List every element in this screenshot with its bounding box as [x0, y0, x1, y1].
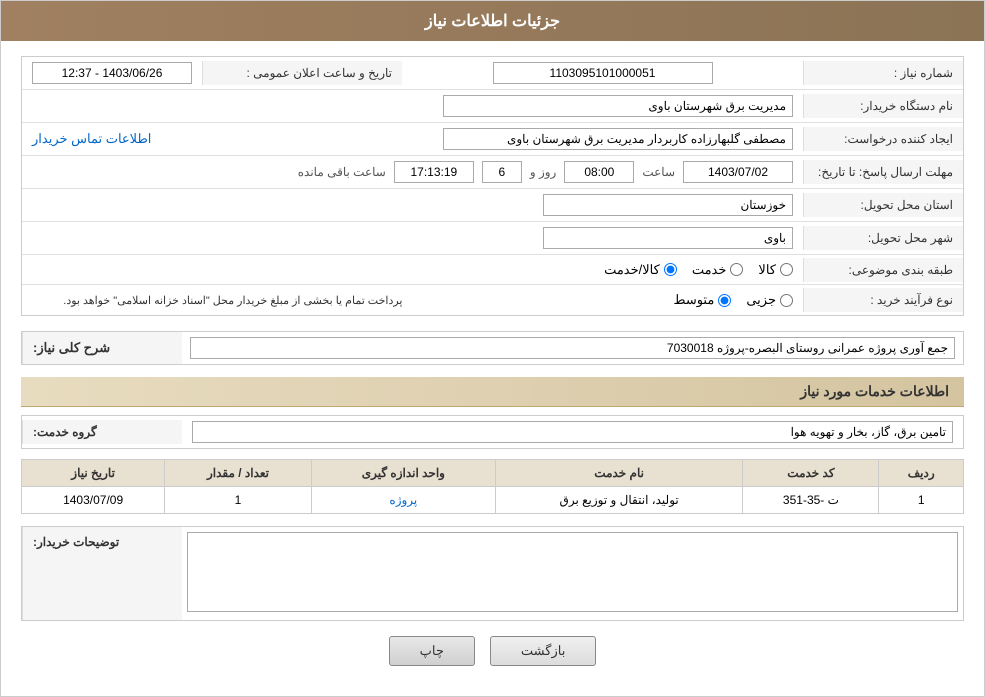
col-radif: ردیف [879, 460, 964, 487]
tozihat-content [182, 527, 963, 620]
vahed-link[interactable]: پروژه [389, 493, 417, 507]
grohe-value [182, 416, 963, 448]
sharh-content [182, 332, 963, 364]
roz-label: روز و [530, 165, 557, 179]
tarikh-elaan-value [22, 57, 202, 89]
radio-khadamat: خدمت [692, 262, 744, 278]
radio-motaset-input[interactable] [718, 294, 731, 307]
grohe-input [192, 421, 953, 443]
tozihat-section: توضیحات خریدار: [21, 526, 964, 621]
shomareNiaz-label: شماره نیاز : [803, 61, 963, 85]
table-header-row: ردیف کد خدمت نام خدمت واحد اندازه گیری ت… [22, 460, 964, 487]
farayand-label: نوع فرآیند خرید : [803, 288, 963, 312]
baghimande-input [394, 161, 474, 183]
tabaqe-label: طبقه بندی موضوعی: [803, 258, 963, 282]
page-header: جزئیات اطلاعات نیاز [1, 1, 984, 41]
tozihat-label: توضیحات خریدار: [22, 527, 182, 620]
col-tarikh: تاریخ نیاز [22, 460, 165, 487]
saat-label: ساعت [642, 165, 675, 179]
button-row: بازگشت چاپ [21, 621, 964, 681]
radio-khadamat-input[interactable] [730, 263, 743, 276]
farayand-options: جزیی متوسط [413, 287, 804, 313]
cell-kod: ت -35-351 [743, 487, 879, 514]
col-vahed: واحد اندازه گیری [311, 460, 495, 487]
ostan-label: استان محل تحویل: [803, 193, 963, 217]
col-kod: کد خدمت [743, 460, 879, 487]
services-table: ردیف کد خدمت نام خدمت واحد اندازه گیری ت… [21, 459, 964, 514]
tozihat-textarea[interactable] [187, 532, 958, 612]
shahr-value [22, 222, 803, 254]
grohe-label: گروه خدمت: [22, 420, 182, 444]
date-input [683, 161, 793, 183]
tarikh-elaan-input [32, 62, 192, 84]
ijadKonnande-row: ایجاد کننده درخواست: اطلاعات تماس خریدار [22, 123, 963, 156]
ijadKonnande-value [161, 123, 803, 155]
sharh-label: شرح کلی نیاز: [22, 332, 182, 364]
sharh-section: شرح کلی نیاز: [21, 331, 964, 365]
shomareNiaz-input [493, 62, 713, 84]
time-container: ساعت روز و ساعت باقی مانده [22, 156, 803, 188]
ostan-value [22, 189, 803, 221]
radio-kala-khadamat: کالا/خدمت [604, 262, 677, 278]
mohlat-row: مهلت ارسال پاسخ: تا تاریخ: ساعت روز و سا… [22, 156, 963, 189]
tabaqe-options: کالا خدمت کالا/خدمت [22, 257, 803, 283]
radio-jozee: جزیی [746, 292, 793, 308]
ettelaatTamas-link[interactable]: اطلاعات تماس خریدار [32, 131, 151, 146]
sharh-input [190, 337, 955, 359]
radio-khadamat-label: خدمت [692, 262, 727, 278]
radio-kala-khadamat-label: کالا/خدمت [604, 262, 660, 278]
shahr-input [543, 227, 793, 249]
back-button[interactable]: بازگشت [490, 636, 596, 666]
radio-jozee-label: جزیی [746, 292, 776, 308]
radio-motaset: متوسط [673, 292, 731, 308]
namDastgah-input [443, 95, 793, 117]
ostan-row: استان محل تحویل: [22, 189, 963, 222]
ijadKonnande-label: ایجاد کننده درخواست: [803, 127, 963, 151]
baghimande-label: ساعت باقی مانده [298, 165, 386, 179]
tabaqe-row: طبقه بندی موضوعی: کالا خدمت کالا/خدمت [22, 255, 963, 285]
khadamat-section-title: اطلاعات خدمات مورد نیاز [21, 377, 964, 407]
cell-vahed: پروژه [311, 487, 495, 514]
table-row: 1 ت -35-351 تولید، انتقال و توزیع برق پر… [22, 487, 964, 514]
grohe-row: گروه خدمت: [21, 415, 964, 449]
col-nam: نام خدمت [495, 460, 743, 487]
radio-kala-label: کالا [758, 262, 776, 278]
shomareNiaz-value [402, 57, 803, 89]
mohlat-label: مهلت ارسال پاسخ: تا تاریخ: [803, 160, 963, 184]
shahr-row: شهر محل تحویل: [22, 222, 963, 255]
roz-input [482, 161, 522, 183]
farāyand-row: نوع فرآیند خرید : جزیی متوسط پرداخت تمام… [22, 285, 963, 315]
radio-kala-input[interactable] [780, 263, 793, 276]
shahr-label: شهر محل تحویل: [803, 226, 963, 250]
radio-jozee-input[interactable] [780, 294, 793, 307]
main-info-section: شماره نیاز : تاریخ و ساعت اعلان عمومی : … [21, 56, 964, 316]
ettelaatTamas-container: اطلاعات تماس خریدار [22, 126, 161, 152]
namDastgah-label: نام دستگاه خریدار: [803, 94, 963, 118]
shomareNiaz-row: شماره نیاز : تاریخ و ساعت اعلان عمومی : [22, 57, 963, 90]
tarikh-elaan-label: تاریخ و ساعت اعلان عمومی : [202, 61, 402, 85]
radio-kala: کالا [758, 262, 793, 278]
ostan-input [543, 194, 793, 216]
radio-kala-khadamat-input[interactable] [664, 263, 677, 276]
ijadKonnande-input [443, 128, 793, 150]
page-title: جزئیات اطلاعات نیاز [425, 13, 560, 30]
cell-tedad: 1 [165, 487, 312, 514]
print-button[interactable]: چاپ [389, 636, 475, 666]
cell-tarikh: 1403/07/09 [22, 487, 165, 514]
radio-motaset-label: متوسط [673, 292, 714, 308]
col-tedad: تعداد / مقدار [165, 460, 312, 487]
cell-radif: 1 [879, 487, 964, 514]
notice-text: پرداخت تمام یا بخشی از مبلغ خریدار محل "… [22, 290, 413, 311]
saat-input [564, 161, 634, 183]
namDastgah-row: نام دستگاه خریدار: [22, 90, 963, 123]
cell-nam: تولید، انتقال و توزیع برق [495, 487, 743, 514]
namDastgah-value [22, 90, 803, 122]
